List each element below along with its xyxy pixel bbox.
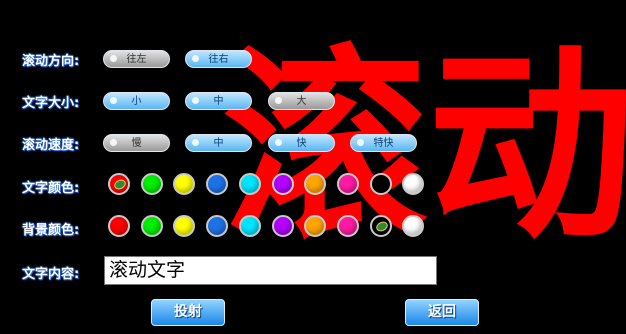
background-color-swatch[interactable]	[369, 215, 392, 237]
radio-dot-icon	[275, 139, 282, 146]
radio-dot-icon	[275, 97, 282, 104]
text-color-swatch[interactable]	[206, 173, 229, 195]
size-medium-option[interactable]: 中	[185, 92, 252, 110]
text-color-swatch[interactable]	[271, 173, 294, 195]
text-color-swatch[interactable]	[173, 173, 196, 195]
radio-dot-icon	[192, 55, 199, 62]
size-small-option[interactable]: 小	[103, 92, 170, 110]
text-size-label: 文字大小:	[22, 96, 80, 111]
text-color-swatch[interactable]	[108, 173, 130, 195]
text-color-swatch[interactable]	[140, 173, 163, 195]
background-color-swatch[interactable]	[173, 215, 196, 237]
radio-dot-icon	[192, 139, 199, 146]
radio-dot-icon	[357, 139, 364, 146]
project-button[interactable]: 投射	[151, 299, 225, 326]
speed-very-fast-option[interactable]: 特快	[350, 134, 417, 152]
background-color-swatch[interactable]	[336, 215, 359, 237]
selected-leaf-icon	[374, 219, 389, 234]
radio-dot-icon	[110, 97, 117, 104]
selected-leaf-icon	[112, 177, 128, 192]
direction-left-option[interactable]: 往左	[103, 50, 170, 68]
background-color-swatch[interactable]	[238, 215, 261, 237]
speed-slow-option[interactable]: 慢	[103, 134, 170, 152]
background-color-swatch[interactable]	[206, 215, 229, 237]
text-color-swatch[interactable]	[238, 173, 261, 195]
text-color-swatch[interactable]	[369, 173, 392, 195]
text-color-label: 文字颜色:	[22, 181, 80, 196]
size-large-option[interactable]: 大	[268, 92, 335, 110]
speed-medium-option[interactable]: 中	[185, 134, 252, 152]
background-color-label: 背景颜色:	[22, 223, 80, 238]
radio-dot-icon	[192, 97, 199, 104]
background-color-swatch[interactable]	[271, 215, 294, 237]
text-color-swatch[interactable]	[336, 173, 359, 195]
text-content-input[interactable]: 滚动文字	[104, 256, 437, 285]
direction-right-option[interactable]: 往右	[185, 50, 252, 68]
text-content-label: 文字内容:	[22, 267, 80, 282]
back-button[interactable]: 返回	[405, 299, 479, 326]
speed-fast-option[interactable]: 快	[268, 134, 335, 152]
scroll-speed-label: 滚动速度:	[22, 138, 80, 153]
scroll-direction-label: 滚动方向:	[22, 54, 80, 69]
radio-dot-icon	[110, 55, 117, 62]
background-color-swatch[interactable]	[108, 215, 130, 237]
radio-dot-icon	[110, 139, 117, 146]
background-color-swatch[interactable]	[140, 215, 163, 237]
